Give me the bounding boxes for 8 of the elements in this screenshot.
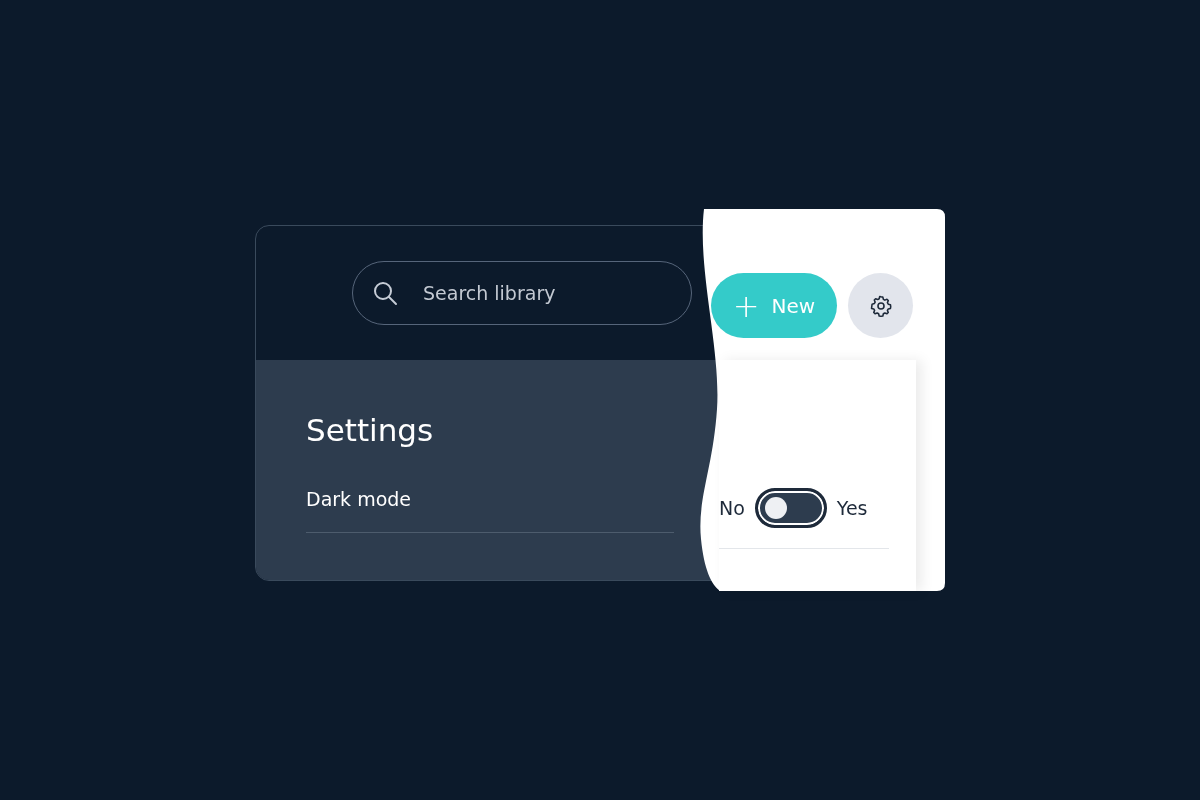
search-icon — [372, 280, 398, 306]
off-label: No — [719, 497, 745, 519]
settings-title: Settings — [306, 412, 435, 448]
toggle-switch[interactable] — [754, 488, 827, 528]
settings-icon — [869, 294, 892, 317]
search-field[interactable]: Search library — [352, 261, 692, 325]
on-label: Yes — [836, 497, 868, 519]
setting-label: Dark mode — [306, 488, 411, 510]
